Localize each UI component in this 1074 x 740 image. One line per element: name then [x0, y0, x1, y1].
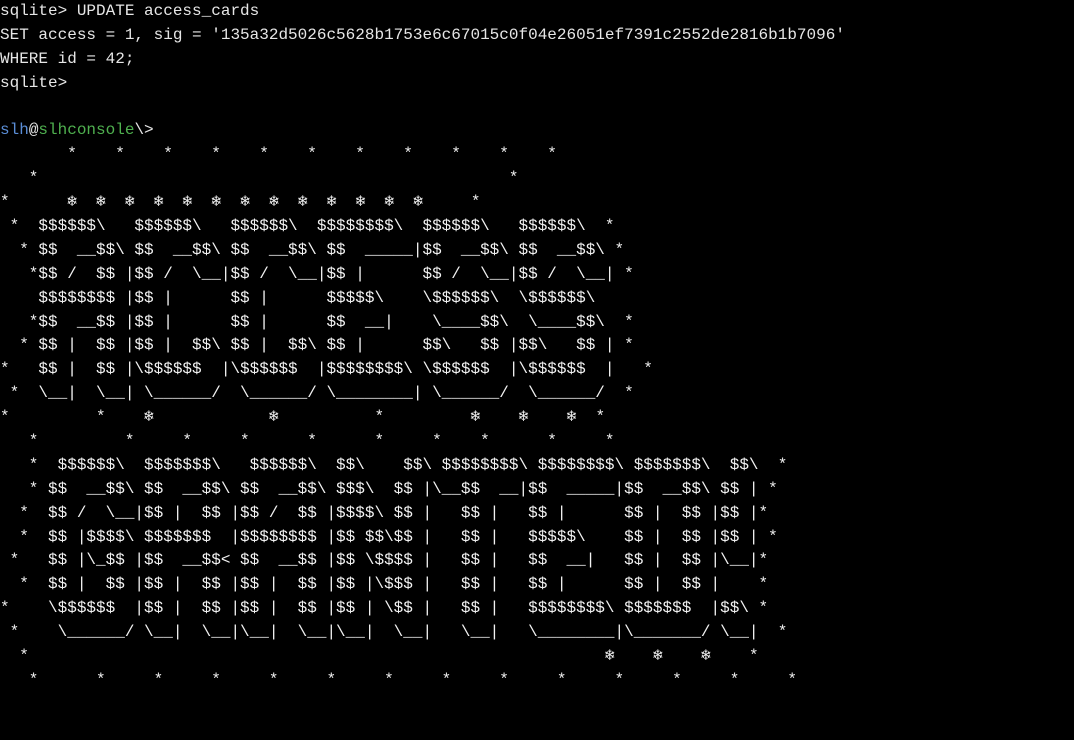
ascii-art-line: * $$ | $$ |$$ | $$ |$$ | $$ |$$ |\$$$ | …: [0, 575, 769, 594]
ascii-art-line: * $$ / \__|$$ | $$ |$$ / $$ |$$$$\ $$ | …: [0, 503, 769, 522]
ascii-art-line: * $$ __$$\ $$ __$$\ $$ __$$\ $$ _____|$$…: [0, 240, 625, 259]
ascii-art-line: * $$$$$$\ $$$$$$$\ $$$$$$\ $$\ $$\ $$$$$…: [0, 455, 788, 474]
ascii-art-line: * *: [0, 169, 519, 188]
ascii-art-line: * $$ | $$ |$$ | $$\ $$ | $$\ $$ | $$\ $$…: [0, 336, 634, 355]
ascii-art-line: * ❄ ❄ ❄ ❄ ❄ ❄ ❄ ❄ ❄ ❄ ❄ ❄ ❄ *: [0, 193, 481, 212]
ascii-art-line: * \__| \__| \______/ \______/ \________|…: [0, 384, 634, 403]
ascii-art-line: *$$ __$$ |$$ | $$ | $$ __| \____$$\ \___…: [0, 312, 634, 331]
ascii-art-line: * * * * * * * * * * * * * *: [0, 670, 797, 689]
ascii-art-line: * $$$$$$\ $$$$$$\ $$$$$$\ $$$$$$$$\ $$$$…: [0, 217, 615, 236]
ascii-art-line: *$$ / $$ |$$ / \__|$$ / \__|$$ | $$ / \_…: [0, 264, 634, 283]
sql-command-line: WHERE id = 42;: [0, 49, 135, 68]
sql-command-line: SET access = 1, sig = '135a32d5026c5628b…: [0, 25, 845, 44]
sqlite-prompt: sqlite>: [0, 73, 68, 92]
ascii-art-line: * $$ | $$ |\$$$$$$ |\$$$$$$ |$$$$$$$$\ \…: [0, 360, 653, 379]
ascii-art-line: * \______/ \__| \__|\__| \__|\__| \__| \…: [0, 623, 788, 642]
ascii-art-line: * ❄ ❄ ❄ *: [0, 647, 759, 666]
ascii-art-line: * $$ |$$$$\ $$$$$$$ |$$$$$$$$ |$$ $$\$$ …: [0, 527, 778, 546]
prompt-at: @: [28, 121, 39, 140]
ascii-art-line: * $$ |\_$$ |$$ __$$< $$ __$$ |$$ \$$$$ |…: [0, 551, 769, 570]
prompt-user: slh: [0, 121, 29, 140]
terminal-window[interactable]: sqlite> UPDATE access_cards SET access =…: [0, 0, 1074, 740]
ascii-art-line: * \$$$$$$ |$$ | $$ |$$ | $$ |$$ | \$$ | …: [0, 599, 769, 618]
ascii-art-line: $$$$$$$$ |$$ | $$ | $$$$$\ \$$$$$$\ \$$$…: [0, 288, 596, 307]
sql-command-line: sqlite> UPDATE access_cards: [0, 2, 260, 20]
ascii-art-banner: * * * * * * * * * * * * * * ❄ ❄ ❄ ❄ ❄ ❄ …: [0, 143, 1074, 692]
ascii-art-line: * * * * * * * * * *: [0, 432, 615, 451]
prompt-path: \>: [134, 121, 154, 140]
shell-prompt: slh@slhconsole\>: [0, 119, 1074, 143]
ascii-art-line: * * ❄ ❄ * ❄ ❄ ❄ *: [0, 408, 606, 427]
ascii-art-line: * $$ __$$\ $$ __$$\ $$ __$$\ $$$\ $$ |\_…: [0, 479, 778, 498]
ascii-art-line: * * * * * * * * * * *: [0, 145, 557, 164]
prompt-host: slhconsole: [38, 121, 135, 140]
